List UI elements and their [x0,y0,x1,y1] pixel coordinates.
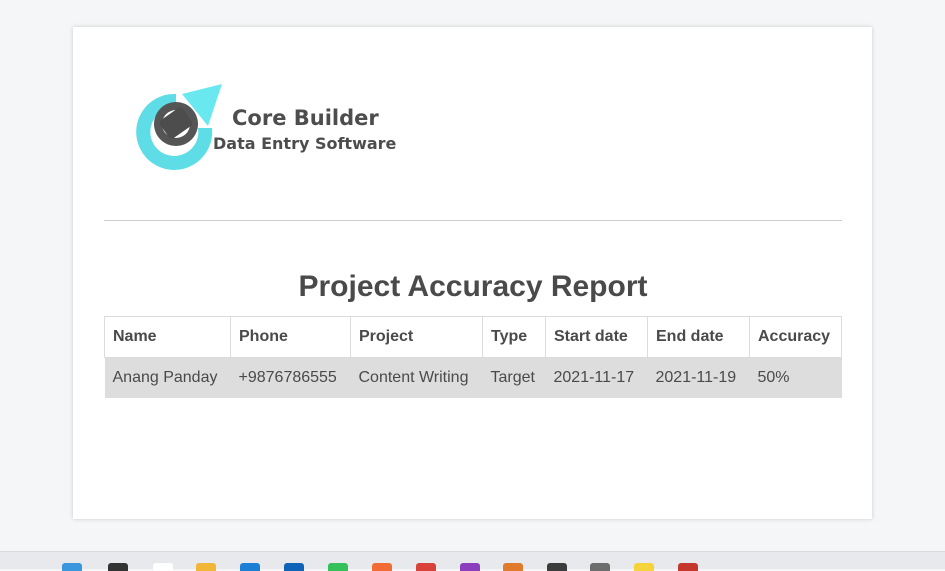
cell-phone: +9876786555 [230,357,351,398]
file-explorer-icon[interactable] [196,563,216,571]
app-gray-icon[interactable] [590,563,610,571]
windows-start-icon[interactable] [62,563,82,571]
taskbar [0,551,945,571]
cell-start-date: 2021-11-17 [545,357,648,398]
header-divider [104,220,842,221]
brand-name: Core Builder [232,106,379,130]
table-row: Anang Panday +9876786555 Content Writing… [104,357,842,398]
cell-project: Content Writing [350,357,483,398]
column-header-phone: Phone [230,316,351,358]
app-purple-icon[interactable] [460,563,480,571]
cell-name: Anang Panday [104,357,231,398]
mail-icon[interactable] [284,563,304,571]
app-yellow-icon[interactable] [634,563,654,571]
whatsapp-icon[interactable] [328,563,348,571]
cell-end-date: 2021-11-19 [647,357,750,398]
column-header-name: Name [104,316,231,358]
column-header-accuracy: Accuracy [749,316,842,358]
report-table: Name Phone Project Type Start date End d… [104,316,842,398]
column-header-project: Project [350,316,483,358]
task-view-icon[interactable] [153,563,173,571]
cell-type: Target [482,357,546,398]
chrome-icon[interactable] [416,563,436,571]
terminal-icon[interactable] [547,563,567,571]
active-app-icon[interactable] [678,563,698,571]
firefox-icon[interactable] [372,563,392,571]
column-header-start-date: Start date [545,316,648,358]
column-header-end-date: End date [647,316,750,358]
brand-tagline: Data Entry Software [213,134,397,153]
store-icon[interactable] [240,563,260,571]
report-title: Project Accuracy Report [298,270,648,303]
core-builder-logo: Core Builder Data Entry Software [128,82,398,172]
table-header-row: Name Phone Project Type Start date End d… [104,316,842,358]
app-orange-icon[interactable] [503,563,523,571]
column-header-type: Type [482,316,546,358]
report-card: Core Builder Data Entry Software Project… [73,27,872,519]
cell-accuracy: 50% [749,357,842,398]
search-icon[interactable] [108,563,128,571]
core-builder-logo-mark-icon [136,84,222,170]
